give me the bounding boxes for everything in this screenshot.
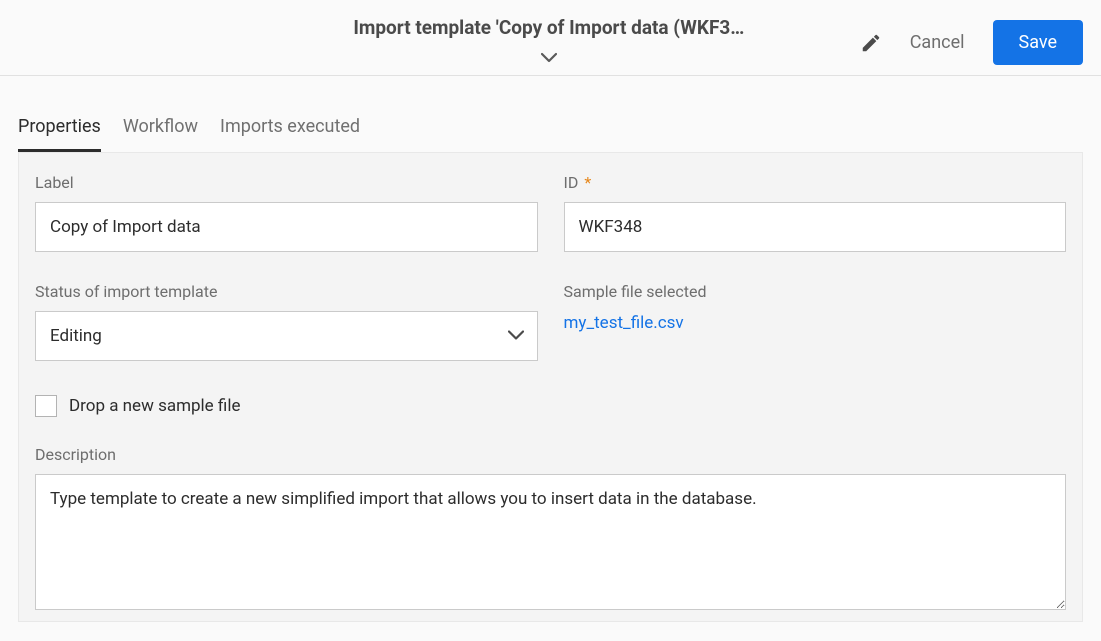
drop-sample-row: Drop a new sample file: [35, 395, 1066, 417]
sample-file-label: Sample file selected: [564, 282, 1067, 301]
chevron-down-icon[interactable]: [541, 49, 557, 68]
description-group: Description: [35, 445, 1066, 614]
form-row-2: Status of import template Editing Sample…: [35, 282, 1066, 361]
description-textarea[interactable]: [35, 474, 1066, 610]
label-input[interactable]: [35, 202, 538, 252]
drop-sample-label: Drop a new sample file: [69, 396, 240, 416]
label-field-group: Label: [35, 173, 538, 252]
pencil-icon[interactable]: [860, 32, 882, 54]
status-select-wrap: Editing: [35, 311, 538, 361]
id-field-label: ID *: [564, 173, 1067, 192]
page-title: Import template 'Copy of Import data (WK…: [353, 16, 744, 39]
header-actions: Cancel Save: [860, 14, 1083, 65]
required-indicator: *: [584, 173, 591, 192]
properties-panel: Label ID * Status of import template Edi…: [18, 152, 1083, 622]
status-field-label: Status of import template: [35, 282, 538, 301]
tab-imports-executed[interactable]: Imports executed: [220, 116, 360, 152]
sample-file-group: Sample file selected my_test_file.csv: [564, 282, 1067, 361]
tab-properties[interactable]: Properties: [18, 116, 101, 152]
drop-sample-checkbox[interactable]: [35, 395, 57, 417]
id-label-text: ID: [564, 173, 579, 192]
tab-bar: Properties Workflow Imports executed: [0, 76, 1101, 152]
status-field-group: Status of import template Editing: [35, 282, 538, 361]
save-button[interactable]: Save: [993, 20, 1084, 65]
cancel-button[interactable]: Cancel: [910, 32, 965, 53]
sample-file-link[interactable]: my_test_file.csv: [564, 313, 1067, 333]
id-input[interactable]: [564, 202, 1067, 252]
description-label: Description: [35, 445, 1066, 464]
id-field-group: ID *: [564, 173, 1067, 252]
form-row-1: Label ID *: [35, 173, 1066, 252]
tab-workflow[interactable]: Workflow: [123, 116, 198, 152]
status-select[interactable]: Editing: [35, 311, 538, 361]
page-header: Import template 'Copy of Import data (WK…: [0, 0, 1101, 76]
header-title-section: Import template 'Copy of Import data (WK…: [238, 14, 860, 68]
status-select-value: Editing: [50, 326, 102, 346]
label-field-label: Label: [35, 173, 538, 192]
